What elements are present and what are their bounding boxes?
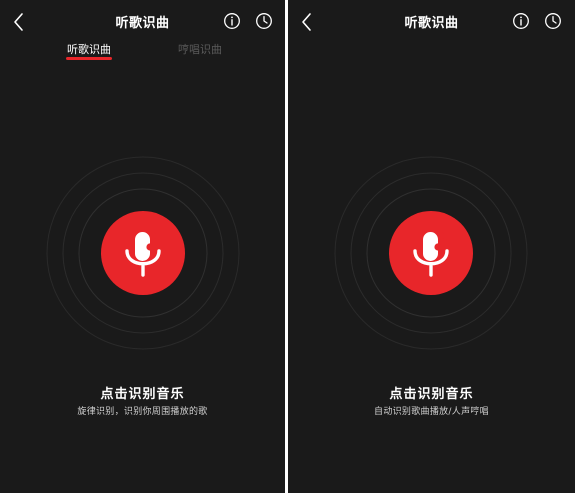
tab-label: 哼唱识曲: [178, 43, 222, 56]
clock-icon: [545, 13, 561, 29]
recognize-music-button[interactable]: [389, 211, 473, 295]
microphone-music-note-icon: [125, 232, 161, 277]
tab-humming-recognition[interactable]: 哼唱识曲: [178, 42, 222, 58]
recognize-music-button[interactable]: [101, 211, 185, 295]
prompt-subtitle: 自动识别歌曲播放/人声哼唱: [374, 407, 489, 417]
back-button[interactable]: [8, 11, 30, 33]
page-title: 听歌识曲: [404, 16, 459, 31]
clock-icon: [256, 13, 272, 29]
prompt-title: 点击识别音乐: [100, 387, 185, 402]
history-button[interactable]: [544, 12, 562, 30]
mode-tabs: 听歌识曲 哼唱识曲: [0, 42, 285, 64]
page-title: 听歌识曲: [115, 16, 170, 31]
info-circle-icon: [224, 13, 240, 29]
song-recognition-screen-right: 听歌识曲 点击识别音乐 自动识别歌曲播放/人声哼唱: [288, 0, 575, 493]
info-button[interactable]: [223, 12, 241, 30]
tab-label: 听歌识曲: [67, 43, 111, 56]
prompt-subtitle: 旋律识别，识别你周围播放的歌: [77, 407, 208, 417]
prompt-title: 点击识别音乐: [389, 387, 474, 402]
info-circle-icon: [513, 13, 529, 29]
info-button[interactable]: [512, 12, 530, 30]
song-recognition-screen-left: 听歌识曲 听歌识曲 哼唱识曲 点击识别音乐 旋律识别，识别你周围播放的歌: [0, 0, 285, 493]
microphone-music-note-icon: [413, 232, 449, 277]
comparison-stage: 听歌识曲 听歌识曲 哼唱识曲 点击识别音乐 旋律识别，识别你周围播放的歌 听歌识…: [0, 0, 575, 500]
active-tab-indicator: [66, 57, 112, 60]
back-button[interactable]: [296, 11, 318, 33]
chevron-left-icon: [14, 13, 23, 31]
history-button[interactable]: [255, 12, 273, 30]
top-bar: 听歌识曲: [288, 0, 575, 44]
tab-song-recognition[interactable]: 听歌识曲: [66, 42, 112, 60]
top-bar: 听歌识曲: [0, 0, 285, 44]
chevron-left-icon: [302, 13, 311, 31]
